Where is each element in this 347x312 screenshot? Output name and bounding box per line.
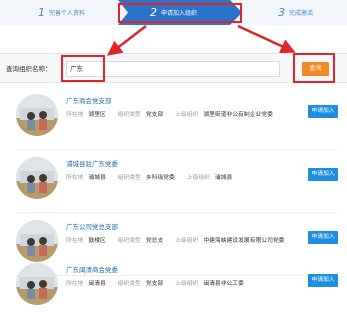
- step-1: 1 完善个人资料: [38, 0, 85, 25]
- org-row: 浦城县驻广东党委 所在地 浦城县 组织类型 乡科级党委 上级组织 浦城县 申请加入: [0, 151, 347, 213]
- org-name: 浦城县驻广东党委: [66, 160, 118, 168]
- step-1-label: 完善个人资料: [49, 10, 86, 17]
- arrow-to-button: [237, 24, 296, 54]
- annotation-box-step: [118, 3, 242, 23]
- location-value: 浦城县: [88, 175, 106, 181]
- type-value: 党支部: [145, 112, 164, 118]
- location-key: 所在地: [66, 112, 84, 118]
- org-name: 广东闽清商会党委: [66, 266, 118, 274]
- annotation-box-input: [61, 55, 105, 82]
- type-key: 组织类型: [117, 112, 141, 118]
- org-meta: 所在地 闽清县 组织类型 党支部 上级组织 闽清县非公工委: [66, 278, 254, 287]
- location-value: 湖里区: [88, 112, 106, 118]
- org-name: 广东公司党总支部: [66, 223, 118, 231]
- search-label: 查询组织名称：: [6, 65, 52, 73]
- location-value: 鼓楼区: [88, 238, 106, 244]
- step-3: 3 完成激活: [278, 0, 313, 25]
- parent-value: 中建海峡建设发展有限公司党委: [203, 238, 285, 244]
- org-row: 广东闽清商会党委 所在地 闽清县 组织类型 党支部 上级组织 闽清县非公工委 申请加入: [0, 257, 347, 312]
- type-key: 组织类型: [117, 238, 141, 244]
- org-row: 广东商会党支部 所在地 湖里区 组织类型 党支部 上级组织 湖里街道非公有制企业党委 …: [0, 88, 347, 150]
- org-meta: 所在地 浦城县 组织类型 乡科级党委 上级组织 浦城县: [66, 172, 242, 181]
- parent-key: 上级组织: [186, 175, 210, 181]
- org-name: 广东商会党支部: [66, 97, 112, 105]
- join-button[interactable]: 申请加入: [308, 168, 338, 181]
- parent-key: 上级组织: [175, 238, 199, 244]
- parent-value: 湖里街道非公有制企业党委: [203, 112, 273, 118]
- type-value: 党总支: [145, 238, 164, 244]
- type-value: 乡科级党委: [145, 175, 175, 181]
- org-avatar: [16, 94, 58, 136]
- join-button[interactable]: 申请加入: [308, 105, 338, 118]
- join-button[interactable]: 申请加入: [308, 231, 338, 244]
- org-avatar: [16, 157, 58, 199]
- step-3-number: 3: [278, 6, 285, 19]
- arrow-to-input: [107, 25, 147, 56]
- join-button[interactable]: 申请加入: [308, 274, 338, 287]
- location-key: 所在地: [66, 281, 84, 287]
- parent-value: 浦城县: [214, 175, 233, 181]
- org-avatar: [16, 263, 58, 305]
- org-avatar: [16, 220, 58, 262]
- location-key: 所在地: [66, 238, 84, 244]
- org-meta: 所在地 湖里区 组织类型 党支部 上级组织 湖里街道非公有制企业党委: [66, 109, 283, 118]
- parent-key: 上级组织: [175, 281, 199, 287]
- location-key: 所在地: [66, 175, 84, 181]
- org-meta: 所在地 鼓楼区 组织类型 党总支 上级组织 中建海峡建设发展有限公司党委: [66, 235, 294, 244]
- type-key: 组织类型: [117, 281, 141, 287]
- row-divider: [16, 149, 337, 150]
- step-3-label: 完成激活: [289, 10, 314, 17]
- step-1-number: 1: [38, 6, 45, 19]
- row-divider: [16, 212, 337, 213]
- parent-value: 闽清县非公工委: [203, 281, 244, 287]
- type-value: 党支部: [145, 281, 164, 287]
- annotation-box-button: [293, 53, 335, 83]
- location-value: 闽清县: [88, 281, 106, 287]
- parent-key: 上级组织: [175, 112, 199, 118]
- type-key: 组织类型: [117, 175, 141, 181]
